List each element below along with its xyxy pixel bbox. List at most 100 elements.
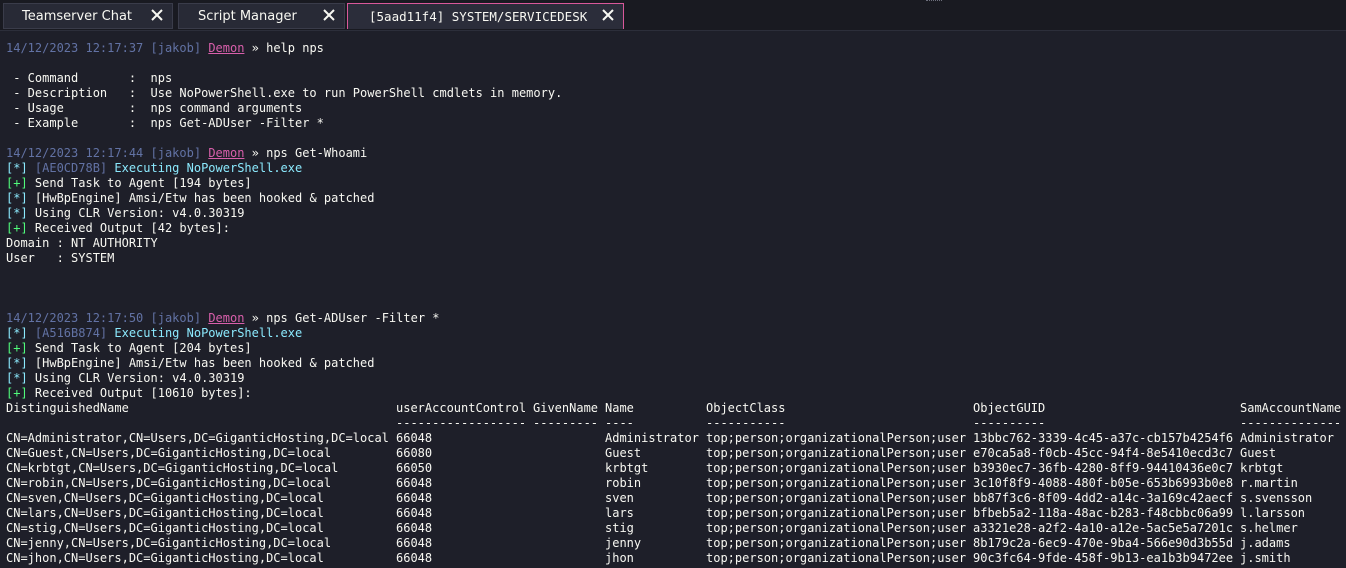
tab-label: Script Manager	[198, 9, 297, 24]
output-line: [*] [HwBpEngine] Amsi/Etw has been hooke…	[6, 356, 375, 370]
table-cell: 66048	[396, 491, 433, 505]
table-cell: 66048	[396, 431, 433, 445]
task-id: [A516B874]	[34, 326, 108, 340]
table-cell: CN=Administrator,CN=Users,DC=GiganticHos…	[6, 431, 389, 445]
table-cell: lars	[605, 506, 634, 520]
help-line: - Description : Use NoPowerShell.exe to …	[6, 86, 563, 100]
table-cell: 13bbc762-3339-4c45-a37c-cb157b4254f6	[973, 431, 1234, 445]
help-line: - Usage : nps command arguments	[6, 101, 303, 115]
table-cell: j.smith	[1240, 551, 1291, 565]
table-cell: top;person;organizationalPerson;user	[706, 446, 967, 460]
table-cell: 66048	[396, 506, 433, 520]
command-text: » help nps	[244, 41, 324, 55]
table-cell: CN=jenny,CN=Users,DC=GiganticHosting,DC=…	[6, 536, 332, 550]
table-cell: Administrator	[605, 431, 699, 445]
output-line: [+] Received Output [10610 bytes]:	[6, 386, 252, 400]
table-cell: top;person;organizationalPerson;user	[706, 461, 967, 475]
header-underline: ----	[605, 416, 634, 430]
output-line: [*] Using CLR Version: v4.0.30319	[6, 371, 245, 385]
table-cell: b3930ec7-36fb-4280-8ff9-94410436e0c7	[973, 461, 1234, 475]
table-header: ObjectGUID	[973, 401, 1046, 415]
tab-bar: Teamserver Chat Script Manager [5aad11f4…	[0, 0, 1346, 30]
command-line: 14/12/2023 12:17:44 [jakob] Demon » nps …	[6, 146, 367, 161]
tab-script-manager[interactable]: Script Manager	[178, 3, 345, 29]
table-cell: krbtgt	[1240, 461, 1284, 475]
command-text: » nps Get-Whoami	[244, 146, 368, 160]
table-cell: 66050	[396, 461, 433, 475]
output-line: [*] Using CLR Version: v4.0.30319	[6, 206, 245, 220]
help-line: - Command : nps	[6, 71, 173, 85]
table-cell: 3c10f8f9-4088-480f-b05e-653b6993b0e8	[973, 476, 1234, 490]
tab-agent-session[interactable]: [5aad11f4] SYSTEM/SERVICEDESK	[347, 3, 624, 29]
table-cell: jenny	[605, 536, 642, 550]
header-underline: -----------	[706, 416, 786, 430]
table-cell: r.martin	[1240, 476, 1298, 490]
table-cell: CN=jhon,CN=Users,DC=GiganticHosting,DC=l…	[6, 551, 324, 565]
timestamp: 14/12/2023 12:17:44 [jakob]	[6, 146, 202, 160]
tab-teamserver-chat[interactable]: Teamserver Chat	[3, 3, 173, 29]
table-cell: jhon	[605, 551, 634, 565]
table-cell: CN=stig,CN=Users,DC=GiganticHosting,DC=l…	[6, 521, 324, 535]
table-cell: robin	[605, 476, 642, 490]
table-cell: Guest	[1240, 446, 1277, 460]
table-header: GivenName	[533, 401, 599, 415]
help-line: - Example : nps Get-ADUser -Filter *	[6, 116, 324, 130]
output-line: User : SYSTEM	[6, 251, 115, 265]
table-cell: 66080	[396, 446, 433, 460]
table-cell: top;person;organizationalPerson;user	[706, 551, 967, 565]
table-cell: 66048	[396, 521, 433, 535]
table-cell: bb87f3c6-8f09-4dd2-a14c-3a169c42aecf	[973, 491, 1234, 505]
header-underline: --------------	[1240, 416, 1342, 430]
table-header: Name	[605, 401, 634, 415]
table-cell: Administrator	[1240, 431, 1334, 445]
task-id: [AE0CD78B]	[34, 161, 108, 175]
table-cell: Guest	[605, 446, 642, 460]
table-cell: top;person;organizationalPerson;user	[706, 491, 967, 505]
table-cell: a3321e28-a2f2-4a10-a12e-5ac5e5a7201c	[973, 521, 1234, 535]
close-icon[interactable]	[600, 7, 616, 23]
table-cell: top;person;organizationalPerson;user	[706, 536, 967, 550]
table-cell: stig	[605, 521, 634, 535]
agent-link[interactable]: Demon	[208, 311, 244, 325]
output-line: [+] Send Task to Agent [204 bytes]	[6, 341, 252, 355]
table-cell: CN=robin,CN=Users,DC=GiganticHosting,DC=…	[6, 476, 332, 490]
table-cell: CN=lars,CN=Users,DC=GiganticHosting,DC=l…	[6, 506, 324, 520]
table-cell: s.helmer	[1240, 521, 1298, 535]
tab-label: Teamserver Chat	[22, 9, 133, 24]
command-line: 14/12/2023 12:17:50 [jakob] Demon » nps …	[6, 311, 440, 326]
output-line: [*] [HwBpEngine] Amsi/Etw has been hooke…	[6, 191, 375, 205]
output-line: [*] [AE0CD78B] Executing NoPowerShell.ex…	[6, 161, 303, 175]
timestamp: 14/12/2023 12:17:37 [jakob]	[6, 41, 202, 55]
table-cell: CN=Guest,CN=Users,DC=GiganticHosting,DC=…	[6, 446, 332, 460]
table-cell: krbtgt	[605, 461, 649, 475]
timestamp: 14/12/2023 12:17:50 [jakob]	[6, 311, 202, 325]
table-cell: 8b179c2a-6ec9-470e-9ba4-566e90d3b55d	[973, 536, 1234, 550]
command-line: 14/12/2023 12:17:37 [jakob] Demon » help…	[6, 41, 324, 56]
close-icon[interactable]	[321, 7, 337, 23]
table-header: DistinguishedName	[6, 401, 129, 415]
console-output[interactable]: 14/12/2023 12:17:37 [jakob] Demon » help…	[0, 30, 1346, 568]
table-header: SamAccountName	[1240, 401, 1342, 415]
agent-link[interactable]: Demon	[208, 41, 244, 55]
header-underline: ---------	[533, 416, 599, 430]
output-line: [*] [A516B874] Executing NoPowerShell.ex…	[6, 326, 303, 340]
table-cell: 66048	[396, 551, 433, 565]
table-cell: j.adams	[1240, 536, 1291, 550]
table-cell: top;person;organizationalPerson;user	[706, 521, 967, 535]
table-cell: l.larsson	[1240, 506, 1306, 520]
close-icon[interactable]	[149, 7, 165, 23]
table-cell: bfbeb5a2-118a-48ac-b283-f48cbbc06a99	[973, 506, 1234, 520]
command-text: » nps Get-ADUser -Filter *	[244, 311, 440, 325]
header-underline: ----------	[973, 416, 1046, 430]
table-cell: top;person;organizationalPerson;user	[706, 431, 967, 445]
agent-link[interactable]: Demon	[208, 146, 244, 160]
table-cell: 66048	[396, 536, 433, 550]
table-cell: 66048	[396, 476, 433, 490]
output-line: [+] Received Output [42 bytes]:	[6, 221, 230, 235]
drag-grip[interactable]	[926, 0, 942, 3]
table-header: ObjectClass	[706, 401, 786, 415]
table-header: userAccountControl	[396, 401, 527, 415]
output-line: Domain : NT AUTHORITY	[6, 236, 158, 250]
table-cell: top;person;organizationalPerson;user	[706, 506, 967, 520]
table-cell: CN=sven,CN=Users,DC=GiganticHosting,DC=l…	[6, 491, 324, 505]
